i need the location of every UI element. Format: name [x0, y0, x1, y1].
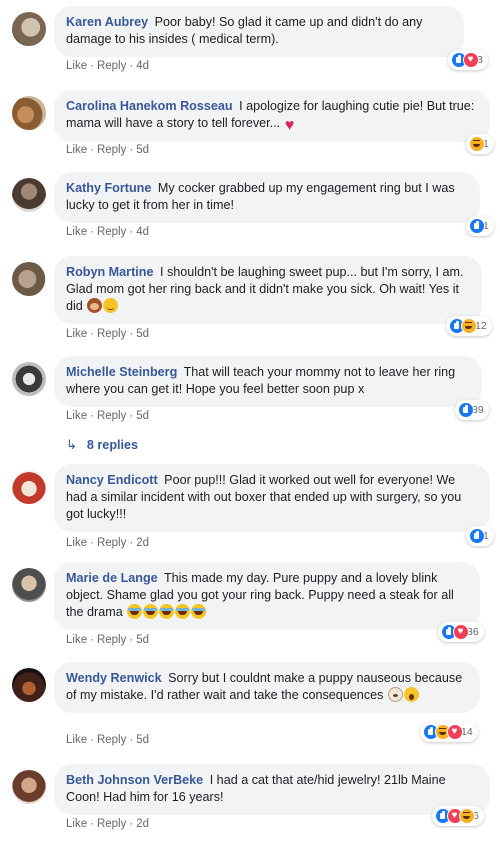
- reply-link[interactable]: Reply: [97, 60, 126, 72]
- like-link[interactable]: Like: [66, 818, 87, 830]
- like-link[interactable]: Like: [66, 328, 87, 340]
- love-reaction-icon: [447, 724, 463, 740]
- comment-bubble: Carolina Hanekom Rosseau I apologize for…: [54, 90, 490, 142]
- comment-bubble: Robyn Martine I shouldn't be laughing sw…: [54, 256, 482, 324]
- reaction-summary[interactable]: 14: [420, 722, 478, 742]
- like-link[interactable]: Like: [66, 410, 87, 422]
- tears-of-joy-icon: [127, 604, 143, 619]
- comment-author[interactable]: Carolina Hanekom Rosseau: [66, 99, 233, 113]
- reaction-summary[interactable]: 36: [438, 622, 484, 642]
- comment-actions: Like · Reply · 5d: [66, 410, 149, 422]
- like-link[interactable]: Like: [66, 226, 87, 238]
- reaction-summary[interactable]: 39: [455, 400, 489, 420]
- comment-timestamp[interactable]: 5d: [136, 634, 149, 646]
- hand-over-mouth-icon: [403, 687, 419, 702]
- avatar[interactable]: [12, 362, 46, 396]
- love-reaction-icon: [463, 52, 479, 68]
- avatar[interactable]: [12, 178, 46, 212]
- avatar[interactable]: [12, 770, 46, 804]
- tears-of-joy-icon: [175, 604, 191, 619]
- dog-face-icon: [387, 687, 403, 702]
- avatar[interactable]: [12, 12, 46, 46]
- like-link[interactable]: Like: [66, 734, 87, 746]
- comment-actions: Like · Reply · 2d: [66, 537, 149, 549]
- like-reaction-icon: [469, 218, 485, 234]
- red-heart-icon: ♥: [284, 117, 295, 134]
- like-reaction-icon: [458, 402, 474, 418]
- comment-actions: Like · Reply · 5d: [66, 634, 149, 646]
- avatar[interactable]: [12, 96, 46, 130]
- reaction-summary[interactable]: 1: [466, 216, 494, 236]
- comment-author[interactable]: Beth Johnson VerBeke: [66, 773, 203, 787]
- reaction-summary[interactable]: 12: [446, 316, 492, 336]
- comment-bubble: Karen Aubrey Poor baby! So glad it came …: [54, 6, 464, 57]
- comment-author[interactable]: Robyn Martine: [66, 265, 153, 279]
- reply-link[interactable]: Reply: [97, 144, 126, 156]
- like-link[interactable]: Like: [66, 537, 87, 549]
- like-link[interactable]: Like: [66, 634, 87, 646]
- reaction-summary[interactable]: 1: [466, 526, 494, 546]
- comment-bubble: Kathy Fortune My cocker grabbed up my en…: [54, 172, 480, 223]
- comment-author[interactable]: Marie de Lange: [66, 571, 158, 585]
- comment-author[interactable]: Wendy Renwick: [66, 671, 162, 685]
- comment-actions: Like · Reply · 5d: [66, 328, 149, 340]
- comment-author[interactable]: Michelle Steinberg: [66, 365, 177, 379]
- comment-timestamp[interactable]: 5d: [136, 328, 149, 340]
- comment-author[interactable]: Karen Aubrey: [66, 15, 148, 29]
- comment-timestamp[interactable]: 2d: [136, 818, 149, 830]
- reply-link[interactable]: Reply: [97, 226, 126, 238]
- comment-timestamp[interactable]: 5d: [136, 410, 149, 422]
- avatar[interactable]: [12, 568, 46, 602]
- reply-link[interactable]: Reply: [97, 537, 126, 549]
- avatar[interactable]: [12, 262, 46, 296]
- reaction-summary[interactable]: 6: [432, 806, 484, 826]
- comment-bubble: Wendy Renwick Sorry but I couldnt make a…: [54, 662, 480, 713]
- avatar[interactable]: [12, 668, 46, 702]
- tears-of-joy-icon: [191, 604, 207, 619]
- comment-actions: Like · Reply · 4d: [66, 226, 149, 238]
- comment-timestamp[interactable]: 4d: [136, 60, 149, 72]
- see-no-evil-monkey-icon: [87, 298, 103, 313]
- reaction-summary[interactable]: 3: [448, 50, 488, 70]
- tears-of-joy-icon: [159, 604, 175, 619]
- comment-timestamp[interactable]: 5d: [136, 144, 149, 156]
- haha-reaction-icon: [459, 808, 475, 824]
- like-link[interactable]: Like: [66, 144, 87, 156]
- comment-actions: Like · Reply · 5d: [66, 144, 149, 156]
- comment-timestamp[interactable]: 2d: [136, 537, 149, 549]
- comment-actions: Like · Reply · 2d: [66, 818, 149, 830]
- avatar[interactable]: [12, 470, 46, 504]
- comment-timestamp[interactable]: 4d: [136, 226, 149, 238]
- comment-bubble: Nancy Endicott Poor pup!!! Glad it worke…: [54, 464, 490, 532]
- reply-link[interactable]: Reply: [97, 410, 126, 422]
- comment-timestamp[interactable]: 5d: [136, 734, 149, 746]
- haha-reaction-icon: [461, 318, 477, 334]
- comment-bubble: Beth Johnson VerBeke I had a cat that at…: [54, 764, 490, 815]
- reply-arrow-icon: ↳: [66, 437, 77, 452]
- tears-of-joy-icon: [143, 604, 159, 619]
- like-reaction-icon: [469, 528, 485, 544]
- reply-link[interactable]: Reply: [97, 734, 126, 746]
- like-link[interactable]: Like: [66, 60, 87, 72]
- reply-link[interactable]: Reply: [97, 634, 126, 646]
- smiling-blush-icon: [103, 298, 119, 313]
- comment-bubble: Michelle Steinberg That will teach your …: [54, 356, 482, 407]
- comment-author[interactable]: Nancy Endicott: [66, 473, 158, 487]
- comment-actions: Like · Reply · 4d: [66, 60, 149, 72]
- comment-bubble: Marie de Lange This made my day. Pure pu…: [54, 562, 480, 630]
- reply-link[interactable]: Reply: [97, 818, 126, 830]
- love-reaction-icon: [453, 624, 469, 640]
- view-replies-link[interactable]: ↳ 8 replies: [66, 437, 138, 453]
- replies-count-label: 8 replies: [86, 438, 139, 452]
- reaction-summary[interactable]: 1: [466, 134, 494, 154]
- comment-author[interactable]: Kathy Fortune: [66, 181, 151, 195]
- haha-reaction-icon: [469, 136, 485, 152]
- comment-actions: Like · Reply · 5d: [66, 734, 149, 746]
- reply-link[interactable]: Reply: [97, 328, 126, 340]
